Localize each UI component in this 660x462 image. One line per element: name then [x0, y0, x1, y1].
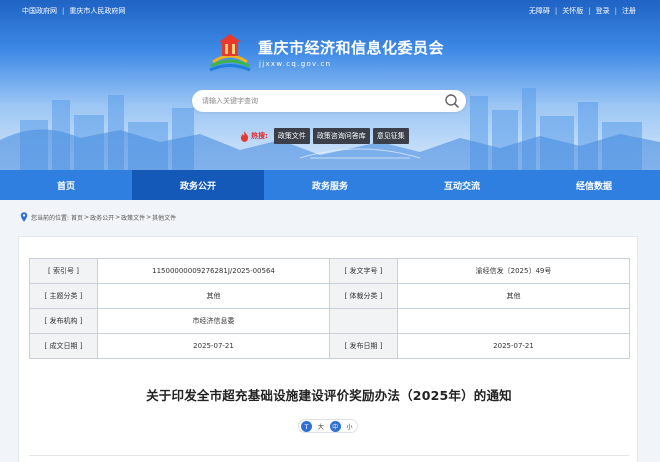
hot-tag-policy-docs[interactable]: 政策文件: [273, 128, 310, 144]
separator: |: [588, 7, 591, 15]
doc-number-label: [ 发文字号 ]: [329, 258, 398, 284]
breadcrumb-separator: >: [146, 213, 152, 221]
breadcrumb: 您当前的位置: 首页 > 政务公开 > 政策文件 > 其他文件: [20, 212, 176, 222]
register-link[interactable]: 注册: [622, 6, 636, 16]
index-number-value: 115000000092762​81J/2025-00564: [97, 258, 330, 284]
topic-category-value: 其他: [97, 283, 330, 309]
breadcrumb-gov-affairs[interactable]: 政务公开: [90, 213, 114, 222]
nav-item-econ-data[interactable]: 经信数据: [528, 170, 660, 200]
publisher-value: 市经济信息委: [97, 308, 330, 334]
top-bar: 中国政府网 | 重庆市人民政府网 无障碍 | 关怀版 | 登录 | 注册: [0, 0, 660, 22]
elderly-mode-link[interactable]: 关怀版: [562, 6, 583, 16]
hot-tag-policy-qa[interactable]: 政策咨询问答库: [312, 128, 370, 144]
empty-label: [329, 308, 398, 334]
emblem-logo-icon: [209, 34, 251, 72]
document-title: 关于印发全市超充基础设施建设评价奖励办法（2025年）的通知: [146, 388, 512, 403]
breadcrumb-policy-docs[interactable]: 政策文件: [121, 213, 145, 222]
nav-item-gov-affairs-public[interactable]: 政务公开: [132, 170, 264, 200]
publish-date-label: [ 发布日期 ]: [329, 333, 398, 359]
written-date-label: [ 成文日期 ]: [29, 333, 98, 359]
hot-search-bar: 热搜: 政策文件 政策咨询问答库 意见征集: [240, 128, 412, 144]
flame-icon: [240, 130, 249, 142]
city-skyline-illustration: [0, 88, 660, 170]
font-size-switcher: T 大 中 小: [298, 419, 358, 433]
breadcrumb-separator: >: [115, 213, 121, 221]
nav-item-interaction[interactable]: 互动交流: [396, 170, 528, 200]
publish-date-value: 2025-07-21: [397, 333, 630, 359]
hot-tag-opinion-collection[interactable]: 意见征集: [372, 128, 409, 144]
site-title[interactable]: 重庆市经济和信息化委员会: [258, 37, 444, 58]
written-date-value: 2025-07-21: [97, 333, 330, 359]
breadcrumb-other-docs[interactable]: 其他文件: [152, 213, 176, 222]
topic-category-label: [ 主题分类 ]: [29, 283, 98, 309]
divider: [29, 455, 629, 456]
search-icon[interactable]: [444, 93, 460, 109]
doc-number-value: 渝经信发〔2025〕49号: [397, 258, 630, 284]
font-size-icon: T: [301, 420, 312, 432]
accessibility-link[interactable]: 无障碍: [529, 6, 550, 16]
font-size-medium[interactable]: 中: [329, 420, 341, 432]
breadcrumb-home[interactable]: 首页: [71, 213, 83, 222]
location-pin-icon: [20, 212, 28, 222]
table-row: [ 成文日期 ] 2025-07-21 [ 发布日期 ] 2025-07-21: [29, 333, 630, 359]
empty-value: [397, 308, 630, 334]
publisher-label: [ 发布机构 ]: [29, 308, 98, 334]
font-size-large[interactable]: 大: [315, 421, 326, 432]
main-nav: 首页 政务公开 政务服务 互动交流 经信数据: [0, 170, 660, 200]
nav-item-gov-services[interactable]: 政务服务: [264, 170, 396, 200]
breadcrumb-separator: >: [84, 213, 90, 221]
site-header: 中国政府网 | 重庆市人民政府网 无障碍 | 关怀版 | 登录 | 注册 重庆市…: [0, 0, 660, 170]
top-links-left: 中国政府网 | 重庆市人民政府网: [22, 6, 125, 16]
genre-category-value: 其他: [397, 283, 630, 309]
document-card: [ 索引号 ] 115000000092762​81J/2025-00564 […: [18, 236, 638, 462]
search-input[interactable]: [202, 90, 434, 112]
top-links-right: 无障碍 | 关怀版 | 登录 | 注册: [529, 6, 636, 16]
hot-search-label: 热搜:: [251, 132, 268, 140]
font-size-small[interactable]: 小: [344, 421, 355, 432]
svg-text:T: T: [304, 423, 309, 431]
document-metadata-table: [ 索引号 ] 115000000092762​81J/2025-00564 […: [29, 258, 630, 359]
breadcrumb-prefix: 您当前的位置:: [31, 214, 70, 222]
separator: |: [554, 7, 558, 15]
table-row: [ 主题分类 ] 其他 [ 体裁分类 ] 其他: [29, 283, 630, 309]
site-logo[interactable]: [207, 30, 253, 72]
table-row: [ 索引号 ] 115000000092762​81J/2025-00564 […: [29, 258, 630, 284]
nav-item-home[interactable]: 首页: [0, 170, 132, 200]
genre-category-label: [ 体裁分类 ]: [329, 283, 398, 309]
site-url: jjxxw.cq.gov.cn: [259, 60, 332, 68]
table-row: [ 发布机构 ] 市经济信息委: [29, 308, 630, 334]
index-number-label: [ 索引号 ]: [29, 258, 98, 284]
separator: |: [614, 7, 617, 15]
gov-cn-link[interactable]: 中国政府网: [22, 6, 57, 16]
login-link[interactable]: 登录: [596, 6, 610, 16]
separator: |: [62, 7, 65, 15]
search-box: [192, 90, 466, 112]
cq-gov-link[interactable]: 重庆市人民政府网: [69, 6, 125, 16]
